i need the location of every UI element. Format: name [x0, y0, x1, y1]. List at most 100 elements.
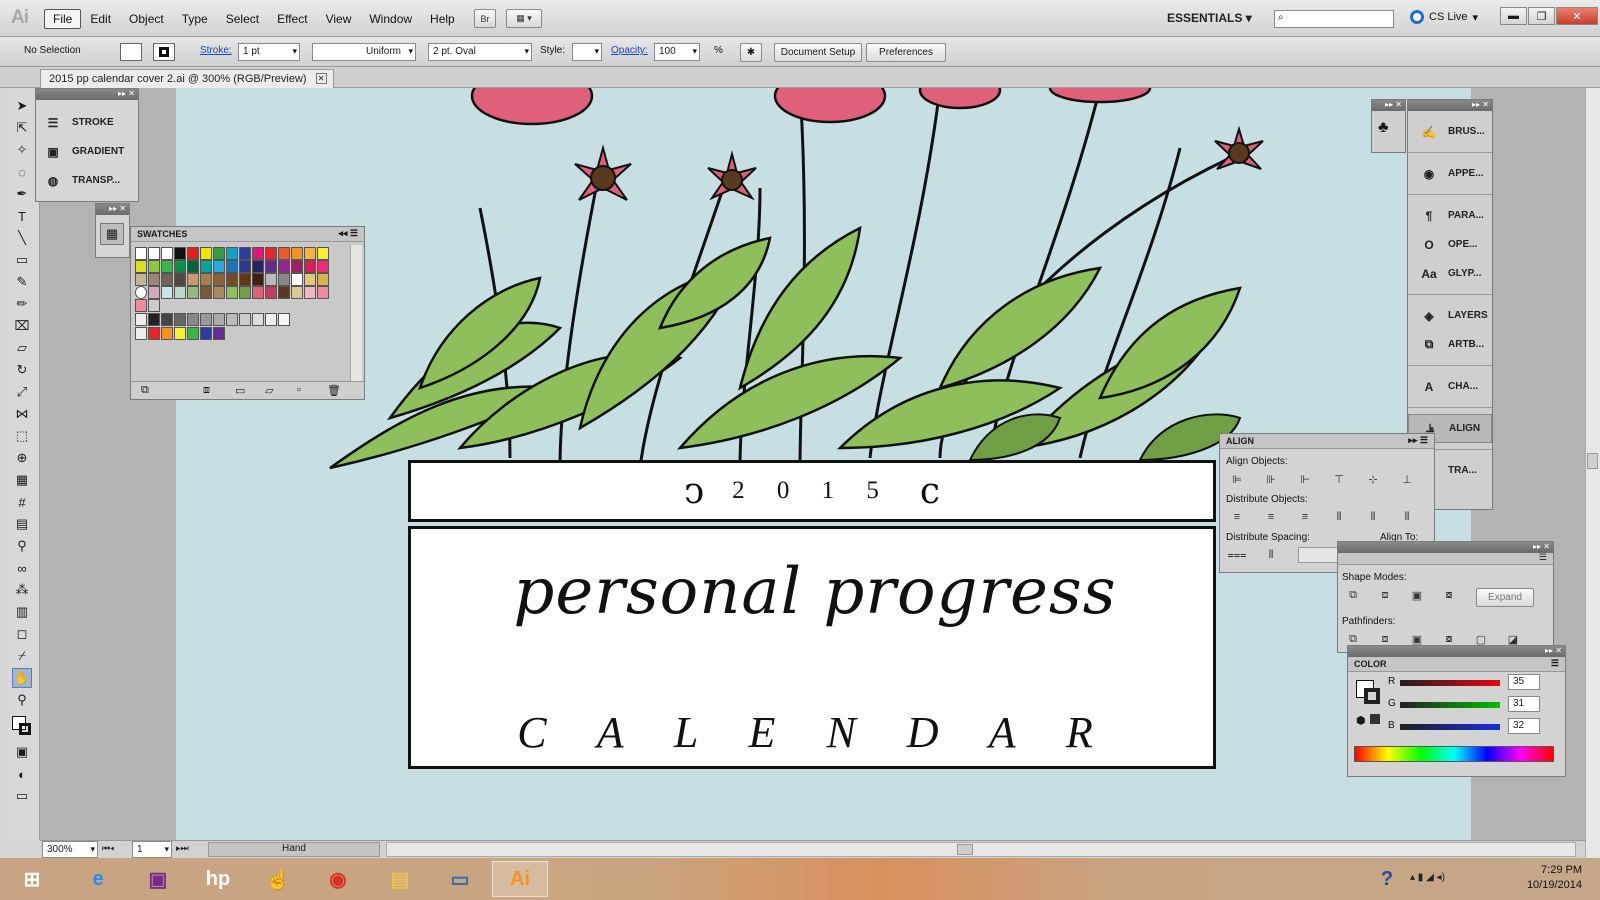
swatch[interactable]	[135, 286, 147, 299]
swatch-options-icon[interactable]: ▭	[235, 384, 245, 397]
swatch[interactable]	[187, 247, 199, 260]
crop-icon[interactable]: ⧇	[1440, 632, 1458, 646]
stroke-link[interactable]: Stroke:	[200, 45, 232, 56]
selection-tool-icon[interactable]: ➤	[12, 96, 32, 116]
color-mode-icon[interactable]: ▣	[12, 742, 32, 762]
system-clock[interactable]: 7:29 PM 10/19/2014	[1527, 863, 1582, 893]
swatch[interactable]	[174, 286, 186, 299]
swatch[interactable]	[265, 286, 277, 299]
swatch[interactable]	[148, 299, 160, 312]
slice-tool-icon[interactable]: ⌿	[12, 646, 32, 666]
vertical-distribute-space-icon[interactable]: ⩶	[1228, 548, 1247, 562]
swatch[interactable]	[161, 247, 173, 260]
swatches-tab[interactable]: SWATCHES ◂◂ ☰	[131, 227, 364, 242]
hp-icon[interactable]: hp	[190, 861, 246, 897]
horizontal-distribute-right-icon[interactable]: ⦀	[1398, 510, 1416, 524]
collapse-icon[interactable]: ▸▸ ✕	[109, 204, 126, 213]
gradient-tool-icon[interactable]: ▤	[12, 514, 32, 534]
direct-selection-tool-icon[interactable]: ⇱	[12, 118, 32, 138]
swatch[interactable]	[252, 247, 264, 260]
swatch[interactable]	[174, 260, 186, 273]
rectangle-tool-icon[interactable]: ▭	[12, 250, 32, 270]
screen-mode-icon[interactable]: ▭	[12, 786, 32, 806]
type-tool-icon[interactable]: T	[12, 206, 32, 226]
swatch[interactable]	[291, 260, 303, 273]
width-tool-icon[interactable]: ⋈	[12, 404, 32, 424]
menu-view[interactable]: View	[317, 9, 361, 29]
brush-definition[interactable]: 2 pt. Oval	[428, 43, 532, 61]
swatch[interactable]	[317, 286, 329, 299]
scale-tool-icon[interactable]: ⤢	[12, 382, 32, 402]
intersect-icon[interactable]: ▣	[1408, 588, 1426, 602]
column-graph-tool-icon[interactable]: ▥	[12, 602, 32, 622]
swatch[interactable]	[317, 247, 329, 260]
layers-panel-tab[interactable]: ◈ LAYERS	[1408, 301, 1492, 330]
none-swatch[interactable]	[135, 247, 147, 260]
menu-effect[interactable]: Effect	[268, 9, 316, 29]
vertical-distribute-center-icon[interactable]: ≡	[1262, 510, 1280, 524]
swatch[interactable]	[161, 260, 173, 273]
vertical-distribute-bottom-icon[interactable]: ≡	[1296, 510, 1314, 524]
swatch[interactable]	[226, 313, 238, 326]
vertical-scrollbar[interactable]	[1585, 88, 1600, 858]
perspective-grid-tool-icon[interactable]: ▦	[12, 470, 32, 490]
document-setup-button[interactable]: Document Setup	[774, 43, 862, 62]
gradient-panel-tab[interactable]: ▣ GRADIENT	[36, 137, 138, 166]
vertical-align-top-icon[interactable]: ⊤	[1330, 472, 1348, 486]
swatch[interactable]	[213, 327, 225, 340]
swatch[interactable]	[135, 327, 147, 340]
expand-button[interactable]: Expand	[1476, 588, 1534, 607]
brushes-panel-tab[interactable]: ✍ BRUS...	[1408, 117, 1492, 146]
last-color-icon[interactable]	[1370, 714, 1380, 724]
swatch[interactable]	[135, 299, 147, 312]
swatch[interactable]	[239, 273, 251, 286]
title-banner[interactable]: personal progress C A L E N D A R	[408, 526, 1216, 769]
remote-app-icon[interactable]: ▣	[130, 861, 186, 897]
menu-select[interactable]: Select	[217, 9, 268, 29]
swatch[interactable]	[161, 273, 173, 286]
mesh-tool-icon[interactable]: #	[12, 492, 32, 512]
swatch[interactable]	[226, 273, 238, 286]
swatch[interactable]	[291, 286, 303, 299]
preferences-button[interactable]: Preferences	[866, 43, 946, 62]
fill-swatch[interactable]	[120, 43, 142, 61]
help-search-input[interactable]: ⌕	[1274, 10, 1394, 28]
swatch[interactable]	[317, 260, 329, 273]
start-button-icon[interactable]: ⊞	[4, 861, 60, 897]
restore-button[interactable]: ❐	[1528, 7, 1555, 25]
opacity-link[interactable]: Opacity:	[611, 45, 648, 56]
magic-wand-tool-icon[interactable]: ✧	[12, 140, 32, 160]
fill-stroke-icon[interactable]	[12, 716, 34, 738]
swatch[interactable]	[239, 313, 251, 326]
swatch[interactable]	[278, 273, 290, 286]
swatch[interactable]	[252, 286, 264, 299]
swatch[interactable]	[200, 313, 212, 326]
swatch[interactable]	[187, 260, 199, 273]
swatch[interactable]	[135, 273, 147, 286]
collapse-icon[interactable]: ▸▸ ✕	[1533, 542, 1550, 551]
swatch[interactable]	[161, 313, 173, 326]
swatch[interactable]	[200, 327, 212, 340]
horizontal-align-right-icon[interactable]: ⊩	[1296, 472, 1314, 486]
menu-window[interactable]: Window	[360, 9, 421, 29]
swatch[interactable]	[252, 313, 264, 326]
swatch[interactable]	[213, 260, 225, 273]
paragraph-panel-tab[interactable]: ¶ PARA...	[1408, 201, 1492, 230]
horizontal-align-center-icon[interactable]: ⊪	[1262, 472, 1280, 486]
close-tab-icon[interactable]: ✕	[315, 73, 327, 84]
document-tab[interactable]: 2015 pp calendar cover 2.ai @ 300% (RGB/…	[40, 69, 334, 88]
artboard-tool-icon[interactable]: ◻	[12, 624, 32, 644]
g-value-field[interactable]: 31	[1508, 696, 1540, 712]
outline-icon[interactable]: ▢	[1472, 632, 1490, 646]
swatch[interactable]	[213, 247, 225, 260]
collapse-icon[interactable]: ▸▸ ✕	[1385, 100, 1402, 109]
first-artboard-icon[interactable]: ⏮◂	[102, 843, 114, 854]
panel-menu-icon[interactable]: ☰	[1539, 552, 1547, 563]
file-explorer-icon[interactable]: ▤	[372, 861, 428, 897]
collapse-icon[interactable]: ▸▸ ✕	[1472, 100, 1489, 109]
exclude-icon[interactable]: ⧇	[1440, 588, 1458, 602]
r-value-field[interactable]: 35	[1508, 674, 1540, 690]
line-tool-icon[interactable]: ╲	[12, 228, 32, 248]
swatch[interactable]	[174, 327, 186, 340]
transparency-panel-tab[interactable]: ◍ TRANSP...	[36, 166, 138, 195]
